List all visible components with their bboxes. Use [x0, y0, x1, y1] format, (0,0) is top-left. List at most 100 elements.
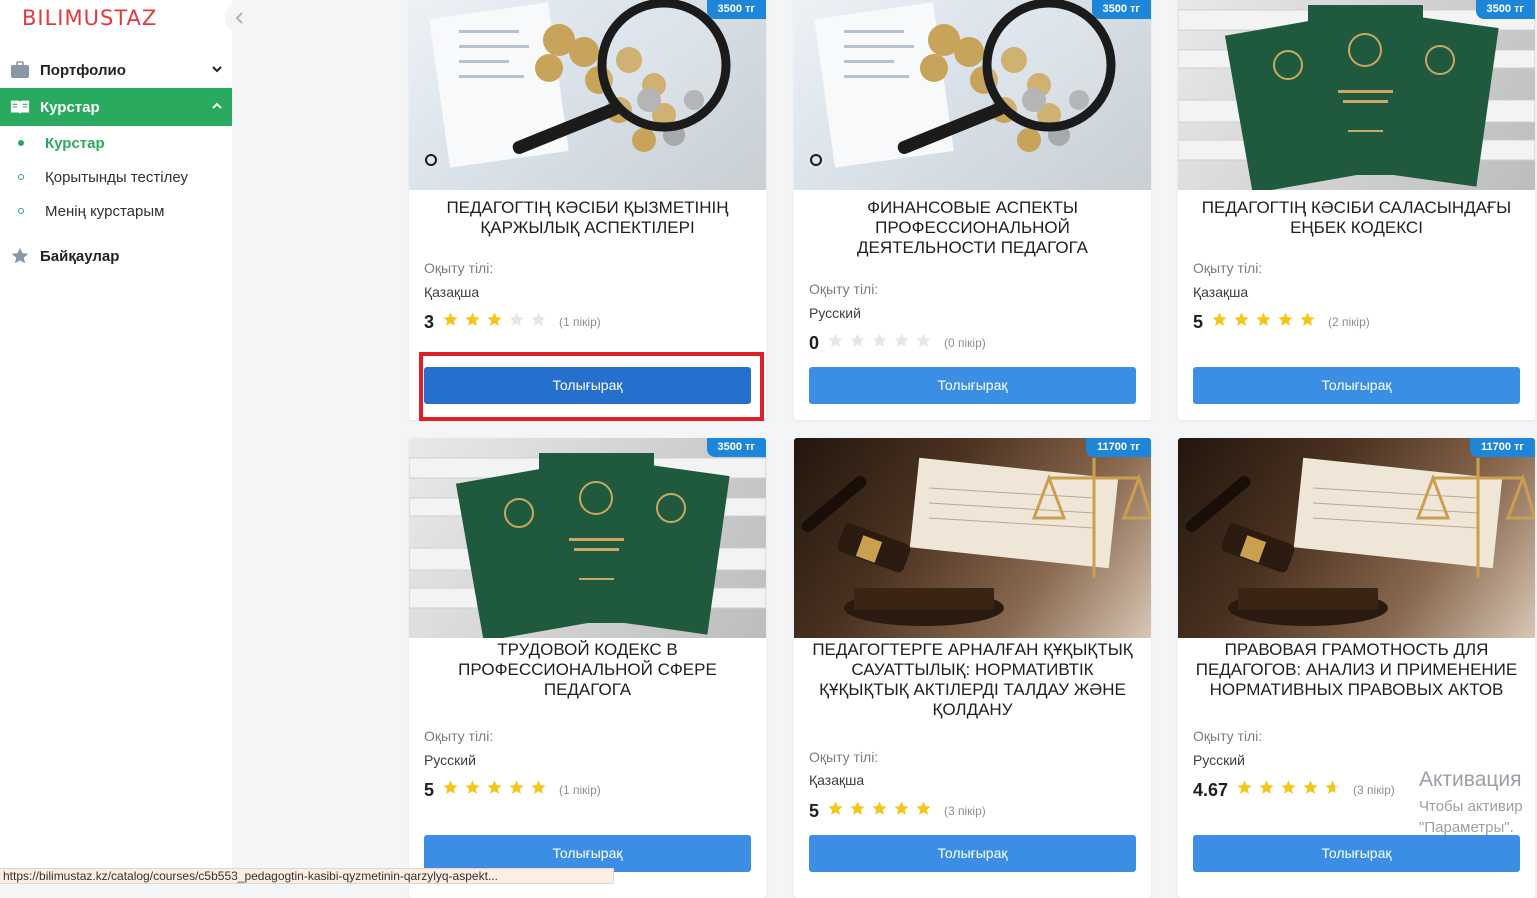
- rating-star-icon: [849, 800, 866, 822]
- details-button[interactable]: Толығырақ: [809, 367, 1136, 404]
- windows-activation-watermark: Активация Чтобы активир "Параметры".: [1419, 768, 1523, 836]
- language-value: Русский: [809, 305, 861, 321]
- language-label: Оқыту тілі:: [809, 749, 879, 765]
- course-title[interactable]: Финансовые аспекты профессиональной деят…: [808, 198, 1137, 258]
- rating-star-icon: [1258, 779, 1275, 801]
- sidebar-subitem-label: Қорытынды тестілеу: [45, 168, 189, 186]
- course-image[interactable]: [1178, 438, 1535, 638]
- bullet-icon: [18, 208, 24, 214]
- sidebar-item-label: Портфолио: [40, 61, 126, 79]
- rating-star-icon: [442, 779, 459, 801]
- course-image[interactable]: [794, 0, 1151, 190]
- rating-value: 4.67: [1193, 779, 1229, 800]
- sidebar-subitem-courses[interactable]: Курстар: [0, 128, 232, 158]
- sidebar-subitem-label: Курстар: [45, 134, 105, 152]
- language-label: Оқыту тілі:: [424, 728, 494, 744]
- language-value: Русский: [424, 752, 476, 768]
- rating-star-icon: [915, 800, 932, 822]
- course-title[interactable]: Педагогтерге арналған құқықтық сауаттылы…: [808, 640, 1137, 720]
- course-title[interactable]: Правовая грамотность для педагогов: анал…: [1192, 640, 1521, 700]
- book-icon: [10, 97, 30, 117]
- review-count[interactable]: (2 пікір): [1328, 315, 1370, 329]
- sidebar-subitem-final-testing[interactable]: Қорытынды тестілеу: [0, 162, 232, 192]
- course-card[interactable]: 11700 тг Педагогтерге арналған құқықтық с…: [794, 438, 1151, 898]
- language-value: Русский: [1193, 752, 1245, 768]
- language-label: Оқыту тілі:: [809, 281, 879, 297]
- course-image[interactable]: [794, 438, 1151, 638]
- rating-value: 5: [1193, 311, 1204, 332]
- review-count[interactable]: (1 пікір): [559, 783, 601, 797]
- rating-star-icon: [1255, 311, 1272, 333]
- course-card[interactable]: 3500 тг Финансовые аспекты профессиональн…: [794, 0, 1151, 420]
- site-logo[interactable]: BILIMUSTAZ: [22, 6, 157, 30]
- sidebar-item-label: Курстар: [40, 98, 100, 116]
- course-title[interactable]: Педагогтің кәсіби саласындағы еңбек коде…: [1192, 198, 1521, 238]
- watermark-line: Активация: [1419, 768, 1522, 791]
- sidebar-subitem-label: Менің курстарым: [45, 202, 165, 220]
- sidebar-item-contests[interactable]: Байқаулар: [0, 237, 232, 275]
- rating-star-icon: [1233, 311, 1250, 333]
- details-button[interactable]: Толығырақ: [424, 835, 751, 872]
- rating-value: 0: [809, 332, 820, 353]
- language-value: Қазақша: [1193, 284, 1249, 300]
- rating-row: 0 (0 пікір): [809, 332, 986, 354]
- sidebar-item-label: Байқаулар: [40, 247, 120, 265]
- review-count[interactable]: (1 пікір): [559, 315, 601, 329]
- language-value: Қазақша: [424, 284, 480, 300]
- details-button[interactable]: Толығырақ: [1193, 367, 1520, 404]
- details-button[interactable]: Толығырақ: [809, 835, 1136, 872]
- sidebar-subitem-my-courses[interactable]: Менің курстарым: [0, 196, 232, 226]
- rating-value: 3: [424, 311, 435, 332]
- course-image[interactable]: [1178, 0, 1535, 190]
- rating-star-icon: [1280, 779, 1297, 801]
- rating-star-icon: [893, 332, 910, 354]
- price-badge: 3500 тг: [1475, 0, 1535, 19]
- rating-star-icon: [1302, 779, 1319, 801]
- rating-row: 4.67 (3 пікір): [1193, 779, 1395, 801]
- rating-row: 3 (1 пікір): [424, 311, 601, 333]
- rating-star-icon: [530, 779, 547, 801]
- sidebar-item-courses[interactable]: Курстар: [0, 88, 232, 126]
- review-count[interactable]: (3 пікір): [944, 804, 986, 818]
- rating-stars: [442, 311, 547, 333]
- rating-star-icon: [849, 332, 866, 354]
- rating-star-icon: [827, 332, 844, 354]
- sidebar-collapse-button[interactable]: [225, 3, 255, 33]
- rating-star-icon: [530, 311, 547, 333]
- rating-value: 5: [809, 800, 820, 821]
- course-image[interactable]: [409, 0, 766, 190]
- rating-row: 5 (2 пікір): [1193, 311, 1370, 333]
- rating-row: 5 (3 пікір): [809, 800, 986, 822]
- rating-star-icon: [464, 311, 481, 333]
- rating-stars: [827, 800, 932, 822]
- rating-star-icon: [915, 332, 932, 354]
- price-badge: 3500 тг: [706, 438, 766, 457]
- bullet-icon: [18, 140, 24, 146]
- rating-star-icon: [486, 311, 503, 333]
- course-card[interactable]: 3500 тг Педагогтің кәсіби саласындағы еңб…: [1178, 0, 1535, 420]
- rating-star-icon: [1324, 779, 1341, 801]
- rating-stars: [827, 332, 932, 354]
- review-count[interactable]: (3 пікір): [1353, 783, 1395, 797]
- rating-star-icon: [1277, 311, 1294, 333]
- price-badge: 3500 тг: [1091, 0, 1151, 19]
- rating-star-icon: [486, 779, 503, 801]
- price-badge: 3500 тг: [706, 0, 766, 19]
- rating-star-icon: [871, 800, 888, 822]
- course-image[interactable]: [409, 438, 766, 638]
- rating-star-icon: [1236, 779, 1253, 801]
- rating-star-icon: [442, 311, 459, 333]
- highlight-box: [419, 352, 764, 421]
- course-title[interactable]: Трудовой кодекс в профессиональной сфере…: [423, 640, 752, 700]
- rating-star-icon: [508, 779, 525, 801]
- rating-star-icon: [1299, 311, 1316, 333]
- details-button[interactable]: Толығырақ: [1193, 835, 1520, 872]
- sidebar-item-portfolio[interactable]: Портфолио: [0, 51, 232, 89]
- review-count[interactable]: (0 пікір): [944, 336, 986, 350]
- course-title[interactable]: Педагогтің кәсіби қызметінің қаржылық ас…: [423, 198, 752, 238]
- rating-star-icon: [827, 800, 844, 822]
- briefcase-icon: [10, 60, 30, 80]
- course-card[interactable]: 3500 тг Трудовой кодекс в профессионально…: [409, 438, 766, 898]
- language-label: Оқыту тілі:: [424, 260, 494, 276]
- star-icon: [10, 246, 30, 266]
